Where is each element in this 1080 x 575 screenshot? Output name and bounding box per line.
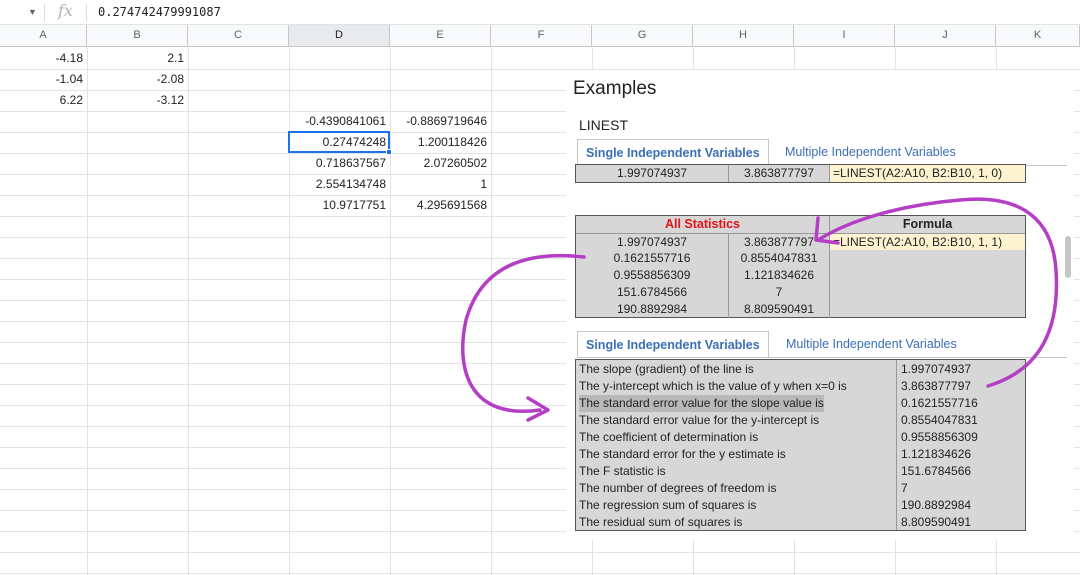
column-header-k[interactable]: K [996,25,1080,47]
simple-result-table: 1.997074937 3.863877797 =LINEST(A2:A10, … [575,164,1026,183]
name-box-dropdown-icon[interactable]: ▼ [28,7,37,17]
tab-single-independent-bottom: Single Independent Variables [577,331,769,358]
cell-a3[interactable]: -1.04 [0,69,87,90]
column-header-e[interactable]: E [390,25,491,47]
cell-e7[interactable]: 2.07260502 [390,153,491,174]
explain-label-6: The standard error for the y estimate is [579,447,786,461]
fill-handle[interactable] [386,149,392,155]
linest-heading: LINEST [579,117,629,133]
explain-value-1: 1.997074937 [901,362,972,376]
slope-value: 1.997074937 [576,165,728,182]
tab-multiple-independent: Multiple Independent Variables [785,145,956,159]
column-header-c[interactable]: C [188,25,289,47]
all-statistics-header: All Statistics [664,217,741,231]
explain-label-10: The residual sum of squares is [579,515,743,529]
stat-r2c2: 0.8554047831 [728,250,829,267]
explain-label-8: The number of degrees of freedom is [579,481,777,495]
column-header-a[interactable]: A [0,25,87,47]
column-header-f[interactable]: F [491,25,592,47]
cell-e9[interactable]: 4.295691568 [390,195,491,216]
all-statistics-table: All Statistics Formula 1.997074937 3.863… [575,215,1026,318]
column-header-g[interactable]: G [592,25,693,47]
explain-label-2: The y-intercept which is the value of y … [579,379,847,393]
explain-label-5: The coefficient of determination is [579,430,759,444]
explain-value-9: 190.8892984 [901,498,972,512]
explain-value-7: 151.6784566 [901,464,972,478]
formula-bar: ▼ fx 0.274742479991087 [0,0,1080,25]
explain-value-6: 1.121834626 [901,447,972,461]
explain-label-9: The regression sum of squares is [579,498,757,512]
cell-a4[interactable]: 6.22 [0,90,87,111]
explain-label-4: The standard error value for the y-inter… [579,413,820,427]
stat-r5c2: 8.809590491 [728,301,829,318]
examples-image: Examples LINEST Single Independent Varia… [566,70,1074,540]
stat-r4c1: 151.6784566 [616,285,688,299]
cell-d8[interactable]: 2.554134748 [289,174,390,195]
cell-a2[interactable]: -4.18 [0,48,87,69]
stat-r4c2: 7 [728,284,829,301]
explain-value-10: 8.809590491 [901,515,972,529]
stat-r1c2: 3.863877797 [728,233,829,250]
divider [44,4,45,21]
divider [86,4,87,21]
cell-d7[interactable]: 0.718637567 [289,153,390,174]
tab-single-independent: Single Independent Variables [577,139,769,166]
cell-b3[interactable]: -2.08 [87,69,188,90]
cell-b4[interactable]: -3.12 [87,90,188,111]
stat-r3c2: 1.121834626 [728,267,829,284]
explain-label-1: The slope (gradient) of the line is [579,362,754,376]
formula-header: Formula [829,216,1025,233]
column-header-j[interactable]: J [895,25,996,47]
cell-e5[interactable]: -0.8869719646 [390,111,491,132]
divider [577,357,1067,358]
tab-bar-bottom: Single Independent Variables Multiple In… [577,331,1067,358]
intercept-value: 3.863877797 [728,165,829,182]
explain-value-2: 3.863877797 [901,379,972,393]
explain-value-4: 0.8554047831 [901,413,978,427]
stat-r2c1: 0.1621557716 [613,251,691,265]
formula-text: =LINEST(A2:A10, B2:B10, 1, 0) [829,165,1025,182]
column-header-b[interactable]: B [87,25,188,47]
fx-icon: fx [58,1,73,20]
explain-label-3-highlighted: The standard error value for the slope v… [579,395,824,412]
formula-input[interactable]: 0.274742479991087 [98,5,221,19]
tab-multiple-independent-bottom: Multiple Independent Variables [786,337,957,351]
stat-r1c1: 1.997074937 [576,233,728,250]
cell-b2[interactable]: 2.1 [87,48,188,69]
explain-label-7: The F statistic is [579,464,666,478]
column-header-i[interactable]: I [794,25,895,47]
stat-r3c1: 0.9558856309 [613,268,691,282]
explain-value-5: 0.9558856309 [901,430,978,444]
explanation-table: The slope (gradient) of the line is 1.99… [575,359,1026,531]
tab-bar-top: Single Independent Variables Multiple In… [577,139,1067,166]
selected-cell-outline [288,131,390,153]
formula-text-all-stats: =LINEST(A2:A10, B2:B10, 1, 1) [829,233,1025,250]
cell-d9[interactable]: 10.9717751 [289,195,390,216]
stat-r5c1: 190.8892984 [616,302,688,316]
cell-d5[interactable]: -0.4390841061 [289,111,390,132]
column-header-h[interactable]: H [693,25,794,47]
column-header-d[interactable]: D [289,25,390,47]
examples-title: Examples [573,78,657,99]
explain-value-8: 7 [901,481,908,495]
cell-e6[interactable]: 1.200118426 [390,132,491,153]
cell-e8[interactable]: 1 [390,174,491,195]
vertical-scrollbar[interactable] [1065,236,1071,278]
explain-value-3: 0.1621557716 [901,396,978,410]
